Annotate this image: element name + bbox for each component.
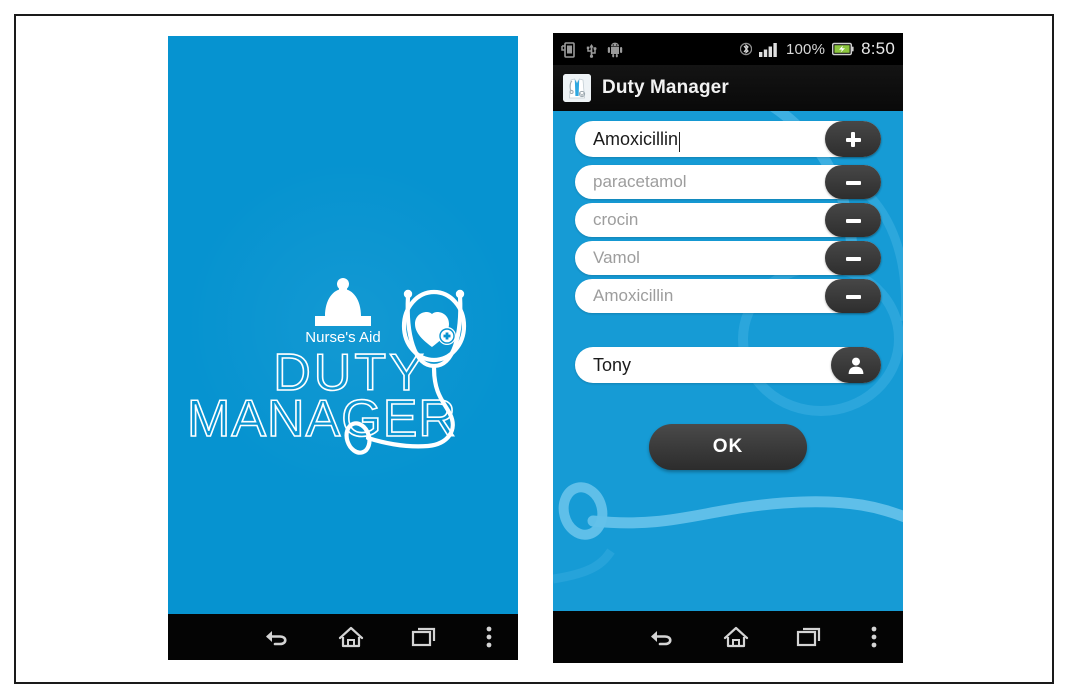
medicine-name-label: Amoxicillin	[593, 286, 674, 305]
back-arrow-icon	[650, 631, 672, 646]
remove-medicine-button[interactable]	[825, 279, 881, 313]
status-bar-right-icons: 100% 8:50	[739, 33, 895, 65]
app-navigation-bar	[553, 611, 903, 663]
status-bar: 100% 8:50	[553, 33, 903, 65]
ok-button-label: OK	[712, 436, 744, 457]
remove-medicine-button[interactable]	[825, 165, 881, 199]
select-patient-button[interactable]	[831, 347, 881, 383]
logo-title-line2: MANAGER	[187, 390, 457, 448]
medicine-list-item: Amoxicillin	[575, 279, 881, 313]
splash-home-button[interactable]	[314, 614, 387, 660]
splash-background: Nurse's Aid DUTY MANAGER	[168, 36, 518, 614]
heart-plus-icon	[401, 289, 467, 363]
medicine-form: Amoxicillin paracetamol crocin Vamol Amo…	[553, 111, 903, 611]
splash-back-button[interactable]	[241, 614, 314, 660]
page-root: Nurse's Aid DUTY MANAGER 100% 8:50 Duty …	[0, 0, 1070, 700]
action-bar: Duty Manager	[553, 65, 903, 112]
app-overflow-menu-button[interactable]	[845, 611, 903, 663]
home-icon	[723, 626, 748, 648]
minus-icon	[845, 251, 861, 266]
back-arrow-icon	[265, 631, 287, 646]
medicine-list-item: paracetamol	[575, 165, 881, 199]
minus-icon	[845, 213, 861, 228]
bluetooth-icon	[739, 42, 752, 56]
person-icon	[848, 357, 864, 374]
app-home-button[interactable]	[699, 611, 772, 663]
clock-label: 8:50	[861, 39, 895, 58]
recents-icon	[411, 627, 435, 647]
more-vertical-icon	[871, 626, 877, 648]
phone-app-screen: 100% 8:50 Duty Manager Amoxicillin parac…	[553, 33, 903, 663]
clipboard-icon	[315, 278, 371, 326]
status-bar-left-icons	[561, 33, 623, 65]
signal-bars-icon	[758, 43, 777, 57]
medicine-list-item: crocin	[575, 203, 881, 237]
medicine-input-value: Amoxicillin	[593, 128, 679, 149]
usb-icon	[586, 43, 597, 58]
text-cursor	[679, 132, 681, 152]
home-icon	[338, 626, 363, 648]
app-recents-button[interactable]	[772, 611, 845, 663]
splash-navigation-bar	[168, 614, 518, 660]
duty-manager-logo: Nurse's Aid DUTY MANAGER	[186, 278, 467, 455]
app-content-area: Amoxicillin paracetamol crocin Vamol Amo…	[553, 111, 903, 611]
minus-icon	[845, 289, 861, 304]
medicine-input-row: Amoxicillin	[575, 121, 881, 157]
splash-overflow-menu-button[interactable]	[460, 614, 518, 660]
plus-icon	[845, 131, 861, 147]
battery-percent-label: 100%	[785, 40, 826, 58]
patient-name-value: Tony	[593, 354, 632, 375]
remove-medicine-button[interactable]	[825, 203, 881, 237]
ok-button[interactable]: OK	[649, 424, 807, 470]
phone-splash-screen: Nurse's Aid DUTY MANAGER	[168, 36, 518, 660]
recents-icon	[796, 627, 820, 647]
medicine-name-label: crocin	[593, 210, 639, 229]
medicine-list-item: Vamol	[575, 241, 881, 275]
minus-icon	[845, 175, 861, 190]
remove-medicine-button[interactable]	[825, 241, 881, 275]
medicine-name-label: Vamol	[593, 248, 640, 267]
patient-input-row: Tony	[575, 347, 881, 383]
usb-device-icon	[561, 41, 575, 58]
more-vertical-icon	[486, 626, 492, 648]
splash-recents-button[interactable]	[387, 614, 460, 660]
add-medicine-button[interactable]	[825, 121, 881, 157]
android-robot-icon	[607, 42, 623, 57]
medicine-name-label: paracetamol	[593, 172, 687, 191]
duty-manager-app-icon[interactable]	[563, 74, 591, 102]
battery-icon	[832, 42, 854, 56]
app-back-button[interactable]	[626, 611, 699, 663]
action-bar-title: Duty Manager	[602, 77, 729, 98]
